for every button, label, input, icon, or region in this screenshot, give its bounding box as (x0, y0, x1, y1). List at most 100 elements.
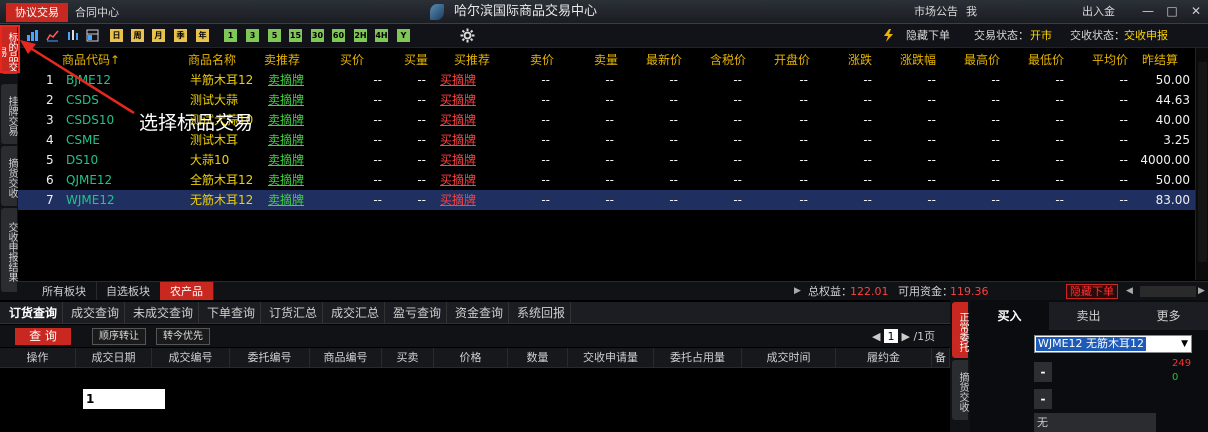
scroll-left-icon[interactable]: ▶ (794, 282, 801, 301)
period-5m-button[interactable]: 5 (268, 29, 281, 42)
col-note[interactable]: 备 (932, 348, 950, 368)
cell-sell-rec[interactable]: 卖摘牌 (268, 110, 304, 130)
sector-agriculture[interactable]: 农产品 (160, 282, 214, 301)
horizontal-scrollbar[interactable] (1140, 286, 1196, 297)
tab-more[interactable]: 更多 (1129, 302, 1208, 330)
cell-sell-rec[interactable]: 卖摘牌 (268, 90, 304, 110)
col-sell-rec[interactable]: 卖推荐 (264, 50, 300, 70)
page-prev-icon[interactable]: ◀ (872, 330, 880, 343)
col-open[interactable]: 开盘价 (774, 50, 810, 70)
tab-order-summary[interactable]: 订货汇总 (264, 302, 324, 324)
col-tax[interactable]: 含税价 (710, 50, 746, 70)
col-chg-pct[interactable]: 涨跌幅 (900, 50, 936, 70)
tab-system-report[interactable]: 系统回报 (512, 302, 572, 324)
tab-funds-query[interactable]: 资金查询 (450, 302, 510, 324)
period-week-button[interactable]: 周 (131, 29, 144, 42)
deposit-withdraw-link[interactable]: 出入金 (1082, 0, 1115, 24)
table-row[interactable]: 5 DS10 大蒜10 卖摘牌 -- -- 买摘牌 -- -- -- -- -- -- -- -- -- -- 4… (18, 150, 1195, 170)
sector-all[interactable]: 所有板块 (32, 282, 97, 301)
cell-buy-rec[interactable]: 买摘牌 (440, 70, 476, 90)
col-chg[interactable]: 涨跌 (848, 50, 872, 70)
hide-order-toggle[interactable]: 隐藏下单 (906, 24, 950, 48)
col-ask-qty[interactable]: 卖量 (594, 50, 618, 70)
tab-contract-center[interactable]: 合同中心 (66, 3, 128, 22)
quantity-input[interactable]: 1 (83, 389, 165, 409)
cell-buy-rec[interactable]: 买摘牌 (440, 150, 476, 170)
cell-sell-rec[interactable]: 卖摘牌 (268, 170, 304, 190)
hscroll-left-icon[interactable]: ◀ (1126, 282, 1133, 301)
col-prev-settle[interactable]: 昨结算 (1142, 50, 1178, 70)
page-input[interactable]: 1 (883, 329, 898, 343)
page-next-icon[interactable]: ▶ (901, 330, 909, 343)
period-60m-button[interactable]: 60 (332, 29, 345, 42)
period-4h-button[interactable]: 4H (375, 29, 388, 42)
cell-sell-rec[interactable]: 卖摘牌 (268, 130, 304, 150)
vtab-pick-delivery-order[interactable]: 摘货交收 (952, 360, 968, 420)
line-chart-icon[interactable] (46, 29, 59, 42)
today-priority-button[interactable]: 转今优先 (156, 328, 210, 345)
tab-pending-query[interactable]: 未成交查询 (128, 302, 200, 324)
cell-buy-rec[interactable]: 买摘牌 (440, 190, 476, 210)
tab-pnl-query[interactable]: 盈亏查询 (388, 302, 448, 324)
col-performance-bond[interactable]: 履约金 (836, 348, 932, 368)
tab-agreement-trade[interactable]: 协议交易 (6, 3, 68, 22)
period-30m-button[interactable]: 30 (311, 29, 324, 42)
cell-buy-rec[interactable]: 买摘牌 (440, 90, 476, 110)
vtab-listing-trade[interactable]: 挂牌交易 (1, 84, 17, 144)
delivery-option-field[interactable]: 无 (1034, 413, 1156, 432)
vtab-standard-trade[interactable]: 标的品交易 (0, 26, 17, 74)
period-y-button[interactable]: Y (397, 29, 410, 42)
col-ask[interactable]: 卖价 (530, 50, 554, 70)
col-deal-date[interactable]: 成交日期 (76, 348, 152, 368)
maximize-button[interactable]: □ (1162, 3, 1182, 20)
col-order-no[interactable]: 委托编号 (230, 348, 310, 368)
table-row[interactable]: 1 BJME12 半筋木耳12 卖摘牌 -- -- 买摘牌 -- -- -- -- -- -- -- -- -… (18, 70, 1195, 90)
col-name[interactable]: 商品名称 (188, 50, 236, 70)
quote-scrollbar[interactable] (1195, 48, 1208, 280)
tab-deal-query[interactable]: 成交查询 (66, 302, 126, 324)
period-3m-button[interactable]: 3 (246, 29, 259, 42)
grid-chart-icon[interactable] (26, 29, 39, 42)
tab-sell[interactable]: 卖出 (1049, 302, 1128, 330)
cell-sell-rec[interactable]: 卖摘牌 (268, 190, 304, 210)
tab-submit-query[interactable]: 下单查询 (202, 302, 262, 324)
col-low[interactable]: 最低价 (1028, 50, 1064, 70)
chevron-down-icon[interactable]: ▼ (1181, 337, 1188, 351)
close-button[interactable]: ✕ (1186, 3, 1206, 20)
table-row[interactable]: 2 CSDS 测试大蒜 卖摘牌 -- -- 买摘牌 -- -- -- -- -- -- -- -- -- -- 4… (18, 90, 1195, 110)
col-bid[interactable]: 买价 (340, 50, 364, 70)
col-code[interactable]: 商品代码↑ (62, 50, 120, 70)
col-avg[interactable]: 平均价 (1092, 50, 1128, 70)
settings-gear-icon[interactable] (460, 28, 475, 43)
sector-favorites[interactable]: 自选板块 (96, 282, 161, 301)
cell-sell-rec[interactable]: 卖摘牌 (268, 70, 304, 90)
period-15m-button[interactable]: 15 (289, 29, 302, 42)
query-button[interactable]: 查 询 (15, 328, 71, 345)
period-1m-button[interactable]: 1 (224, 29, 237, 42)
quote-scroll-thumb[interactable] (1198, 62, 1207, 262)
col-side[interactable]: 买卖 (382, 348, 434, 368)
table-view-icon[interactable] (86, 29, 99, 42)
col-operation[interactable]: 操作 (0, 348, 76, 368)
tab-order-query[interactable]: 订货查询 (4, 302, 64, 324)
hide-order-button[interactable]: 隐藏下单 (1066, 284, 1118, 299)
vtab-normal-order[interactable]: 正常委托 (952, 302, 968, 358)
cell-buy-rec[interactable]: 买摘牌 (440, 110, 476, 130)
price-minus-button[interactable]: - (1034, 362, 1052, 382)
col-delivery-apply[interactable]: 交收申请量 (568, 348, 654, 368)
col-high[interactable]: 最高价 (964, 50, 1000, 70)
sequential-transfer-button[interactable]: 顺序转让 (92, 328, 146, 345)
vtab-delivery-report[interactable]: 交收申报结果 (1, 208, 17, 292)
period-year-button[interactable]: 年 (196, 29, 209, 42)
table-row[interactable]: 6 QJME12 全筋木耳12 卖摘牌 -- -- 买摘牌 -- -- -- -- -- -- -- -- -… (18, 170, 1195, 190)
table-row[interactable]: 7 WJME12 无筋木耳12 卖摘牌 -- -- 买摘牌 -- -- -- -- -- -- -- -- -… (18, 190, 1195, 210)
col-order-occupy[interactable]: 委托占用量 (654, 348, 742, 368)
col-price[interactable]: 价格 (434, 348, 508, 368)
cell-buy-rec[interactable]: 买摘牌 (440, 170, 476, 190)
tab-buy[interactable]: 买入 (970, 302, 1049, 330)
col-deal-no[interactable]: 成交编号 (152, 348, 230, 368)
hscroll-right-icon[interactable]: ▶ (1198, 282, 1205, 301)
period-season-button[interactable]: 季 (174, 29, 187, 42)
col-last[interactable]: 最新价 (646, 50, 682, 70)
col-buy-rec[interactable]: 买推荐 (454, 50, 490, 70)
